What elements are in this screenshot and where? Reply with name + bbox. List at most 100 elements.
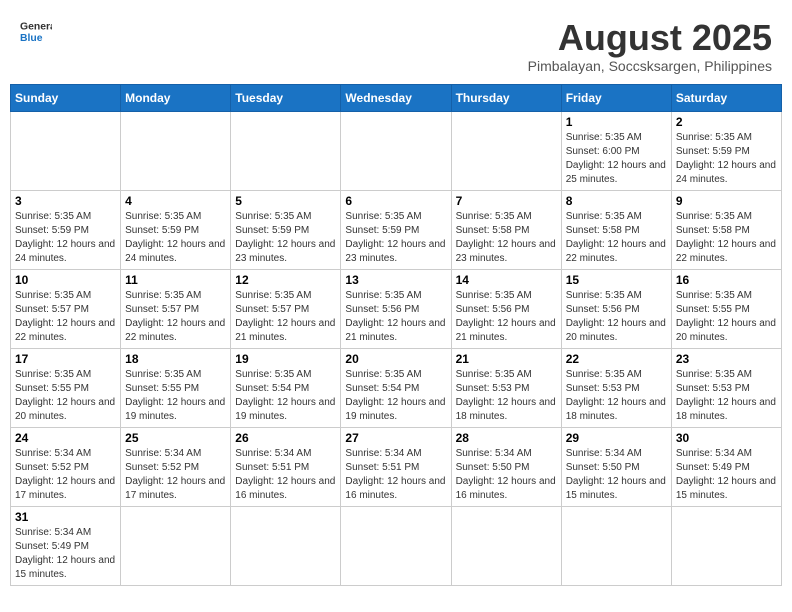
- calendar-cell: 21Sunrise: 5:35 AM Sunset: 5:53 PM Dayli…: [451, 348, 561, 427]
- calendar-cell: [121, 506, 231, 585]
- svg-text:Blue: Blue: [20, 33, 43, 44]
- weekday-header-friday: Friday: [561, 84, 671, 111]
- day-number: 4: [125, 194, 226, 208]
- day-info: Sunrise: 5:35 AM Sunset: 5:55 PM Dayligh…: [676, 289, 777, 345]
- calendar-cell: 1 Sunrise: 5:35 AM Sunset: 6:00 PM Daylig…: [561, 111, 671, 190]
- calendar-cell: 17 Sunrise: 5:35 AM Sunset: 5:55 PM Dayli…: [11, 348, 121, 427]
- calendar-cell: 15Sunrise: 5:35 AM Sunset: 5:56 PM Dayli…: [561, 269, 671, 348]
- calendar-cell: [121, 111, 231, 190]
- weekday-header-sunday: Sunday: [11, 84, 121, 111]
- calendar-cell: [451, 506, 561, 585]
- calendar-cell: 4 Sunrise: 5:35 AM Sunset: 5:59 PM Daylig…: [121, 190, 231, 269]
- day-number: 5: [235, 194, 336, 208]
- day-number: 17: [15, 352, 116, 366]
- calendar-cell: 16 Sunrise: 5:35 AM Sunset: 5:55 PM Dayli…: [671, 269, 781, 348]
- calendar-cell: 6 Sunrise: 5:35 AM Sunset: 5:59 PM Daylig…: [341, 190, 451, 269]
- day-info: Sunrise: 5:35 AM Sunset: 5:53 PM Dayligh…: [456, 368, 557, 424]
- day-info: Sunrise: 5:35 AM Sunset: 5:59 PM Dayligh…: [235, 210, 336, 266]
- day-number: 24: [15, 431, 116, 445]
- day-number: 15: [566, 273, 667, 287]
- day-info: Sunrise: 5:35 AM Sunset: 5:56 PM Dayligh…: [345, 289, 446, 345]
- weekday-header-thursday: Thursday: [451, 84, 561, 111]
- day-info: Sunrise: 5:35 AM Sunset: 5:59 PM Dayligh…: [676, 131, 777, 187]
- day-info: Sunrise: 5:34 AM Sunset: 5:52 PM Dayligh…: [125, 447, 226, 503]
- day-number: 16: [676, 273, 777, 287]
- day-number: 23: [676, 352, 777, 366]
- day-number: 30: [676, 431, 777, 445]
- day-info: Sunrise: 5:35 AM Sunset: 5:59 PM Dayligh…: [125, 210, 226, 266]
- calendar-cell: 5 Sunrise: 5:35 AM Sunset: 5:59 PM Daylig…: [231, 190, 341, 269]
- weekday-header-wednesday: Wednesday: [341, 84, 451, 111]
- calendar-title: August 2025: [528, 18, 772, 58]
- day-number: 22: [566, 352, 667, 366]
- calendar-cell: 28 Sunrise: 5:34 AM Sunset: 5:50 PM Dayli…: [451, 427, 561, 506]
- generalblue-logo-icon: General Blue: [20, 18, 52, 46]
- day-info: Sunrise: 5:35 AM Sunset: 5:54 PM Dayligh…: [235, 368, 336, 424]
- day-number: 1: [566, 115, 667, 129]
- calendar-cell: 9Sunrise: 5:35 AM Sunset: 5:58 PM Daylig…: [671, 190, 781, 269]
- day-info: Sunrise: 5:35 AM Sunset: 5:57 PM Dayligh…: [15, 289, 116, 345]
- calendar-subtitle: Pimbalayan, Soccsksargen, Philippines: [528, 58, 772, 74]
- calendar-cell: [341, 506, 451, 585]
- logo: General Blue: [20, 18, 52, 46]
- calendar-cell: 8 Sunrise: 5:35 AM Sunset: 5:58 PM Daylig…: [561, 190, 671, 269]
- day-info: Sunrise: 5:34 AM Sunset: 5:50 PM Dayligh…: [566, 447, 667, 503]
- day-info: Sunrise: 5:35 AM Sunset: 5:59 PM Dayligh…: [345, 210, 446, 266]
- calendar-cell: 26 Sunrise: 5:34 AM Sunset: 5:51 PM Dayli…: [231, 427, 341, 506]
- day-number: 10: [15, 273, 116, 287]
- day-info: Sunrise: 5:35 AM Sunset: 5:57 PM Dayligh…: [125, 289, 226, 345]
- day-number: 26: [235, 431, 336, 445]
- day-info: Sunrise: 5:35 AM Sunset: 5:56 PM Dayligh…: [456, 289, 557, 345]
- calendar-week-row: 1 Sunrise: 5:35 AM Sunset: 6:00 PM Daylig…: [11, 111, 782, 190]
- day-info: Sunrise: 5:35 AM Sunset: 5:57 PM Dayligh…: [235, 289, 336, 345]
- day-info: Sunrise: 5:34 AM Sunset: 5:51 PM Dayligh…: [345, 447, 446, 503]
- calendar-cell: 18 Sunrise: 5:35 AM Sunset: 5:55 PM Dayli…: [121, 348, 231, 427]
- day-number: 18: [125, 352, 226, 366]
- day-info: Sunrise: 5:34 AM Sunset: 5:49 PM Dayligh…: [15, 526, 116, 582]
- day-number: 27: [345, 431, 446, 445]
- calendar-table: SundayMondayTuesdayWednesdayThursdayFrid…: [10, 84, 782, 586]
- weekday-header-saturday: Saturday: [671, 84, 781, 111]
- day-info: Sunrise: 5:35 AM Sunset: 5:55 PM Dayligh…: [125, 368, 226, 424]
- calendar-cell: 12 Sunrise: 5:35 AM Sunset: 5:57 PM Dayli…: [231, 269, 341, 348]
- calendar-cell: 27 Sunrise: 5:34 AM Sunset: 5:51 PM Dayli…: [341, 427, 451, 506]
- calendar-cell: 11 Sunrise: 5:35 AM Sunset: 5:57 PM Dayli…: [121, 269, 231, 348]
- day-info: Sunrise: 5:34 AM Sunset: 5:50 PM Dayligh…: [456, 447, 557, 503]
- calendar-cell: [561, 506, 671, 585]
- day-number: 29: [566, 431, 667, 445]
- weekday-header-tuesday: Tuesday: [231, 84, 341, 111]
- day-number: 11: [125, 273, 226, 287]
- calendar-cell: 22 Sunrise: 5:35 AM Sunset: 5:53 PM Dayli…: [561, 348, 671, 427]
- calendar-cell: 10 Sunrise: 5:35 AM Sunset: 5:57 PM Dayli…: [11, 269, 121, 348]
- day-number: 3: [15, 194, 116, 208]
- calendar-cell: 29 Sunrise: 5:34 AM Sunset: 5:50 PM Dayli…: [561, 427, 671, 506]
- day-number: 25: [125, 431, 226, 445]
- day-info: Sunrise: 5:34 AM Sunset: 5:52 PM Dayligh…: [15, 447, 116, 503]
- calendar-cell: 25 Sunrise: 5:34 AM Sunset: 5:52 PM Dayli…: [121, 427, 231, 506]
- calendar-cell: 7Sunrise: 5:35 AM Sunset: 5:58 PM Daylig…: [451, 190, 561, 269]
- day-number: 7: [456, 194, 557, 208]
- day-number: 28: [456, 431, 557, 445]
- day-number: 6: [345, 194, 446, 208]
- day-info: Sunrise: 5:35 AM Sunset: 5:53 PM Dayligh…: [676, 368, 777, 424]
- page-header: General Blue August 2025 Pimbalayan, Soc…: [10, 10, 782, 78]
- calendar-week-row: 31Sunrise: 5:34 AM Sunset: 5:49 PM Dayli…: [11, 506, 782, 585]
- day-info: Sunrise: 5:35 AM Sunset: 5:59 PM Dayligh…: [15, 210, 116, 266]
- day-info: Sunrise: 5:35 AM Sunset: 5:55 PM Dayligh…: [15, 368, 116, 424]
- day-info: Sunrise: 5:34 AM Sunset: 5:51 PM Dayligh…: [235, 447, 336, 503]
- calendar-cell: 3 Sunrise: 5:35 AM Sunset: 5:59 PM Daylig…: [11, 190, 121, 269]
- calendar-cell: 20Sunrise: 5:35 AM Sunset: 5:54 PM Dayli…: [341, 348, 451, 427]
- calendar-week-row: 24 Sunrise: 5:34 AM Sunset: 5:52 PM Dayli…: [11, 427, 782, 506]
- weekday-header-row: SundayMondayTuesdayWednesdayThursdayFrid…: [11, 84, 782, 111]
- svg-text:General: General: [20, 22, 52, 33]
- day-info: Sunrise: 5:35 AM Sunset: 5:53 PM Dayligh…: [566, 368, 667, 424]
- calendar-cell: [671, 506, 781, 585]
- day-number: 12: [235, 273, 336, 287]
- calendar-cell: 19Sunrise: 5:35 AM Sunset: 5:54 PM Dayli…: [231, 348, 341, 427]
- calendar-cell: [341, 111, 451, 190]
- day-info: Sunrise: 5:35 AM Sunset: 5:58 PM Dayligh…: [566, 210, 667, 266]
- day-number: 8: [566, 194, 667, 208]
- calendar-cell: 24 Sunrise: 5:34 AM Sunset: 5:52 PM Dayli…: [11, 427, 121, 506]
- day-info: Sunrise: 5:35 AM Sunset: 6:00 PM Dayligh…: [566, 131, 667, 187]
- calendar-cell: [231, 111, 341, 190]
